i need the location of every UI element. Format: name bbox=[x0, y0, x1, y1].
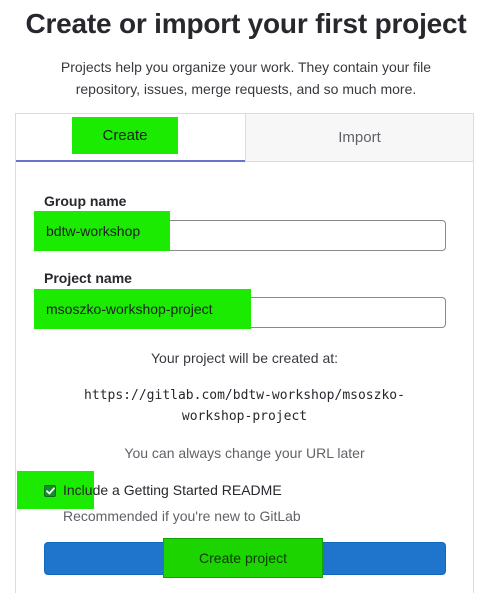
group-name-value: bdtw-workshop bbox=[34, 211, 170, 251]
page-title: Create or import your first project bbox=[25, 8, 467, 39]
project-tabs: Create Import bbox=[16, 114, 473, 162]
checkmark-icon bbox=[45, 487, 55, 495]
project-name-value: msoszko-workshop-project bbox=[34, 289, 251, 329]
tab-import-label: Import bbox=[338, 129, 381, 146]
readme-checkbox[interactable] bbox=[44, 485, 56, 497]
project-name-label: Project name bbox=[44, 270, 132, 286]
page-subtitle: Projects help you organize your work. Th… bbox=[60, 59, 432, 97]
project-url-line-1: https://gitlab.com/bdtw-workshop/msoszko… bbox=[84, 388, 405, 403]
readme-checkbox-help: Recommended if you're new to GitLab bbox=[63, 508, 301, 524]
readme-checkbox-label[interactable]: Include a Getting Started README bbox=[63, 482, 282, 498]
onboarding-page: Create or import your first project Proj… bbox=[0, 0, 492, 593]
group-name-label: Group name bbox=[44, 193, 127, 209]
tab-create-label: Create bbox=[72, 117, 178, 154]
url-intro-text: Your project will be created at: bbox=[150, 350, 339, 366]
project-card: Create Import Group name bdtw-workshop P… bbox=[15, 113, 474, 593]
create-project-button-label[interactable]: Create project bbox=[163, 538, 323, 578]
project-url-line-2: workshop-project bbox=[181, 409, 308, 424]
tab-import[interactable]: Import bbox=[245, 114, 473, 162]
url-change-note: You can always change your URL later bbox=[124, 445, 365, 461]
tab-create[interactable]: Create bbox=[16, 114, 245, 162]
